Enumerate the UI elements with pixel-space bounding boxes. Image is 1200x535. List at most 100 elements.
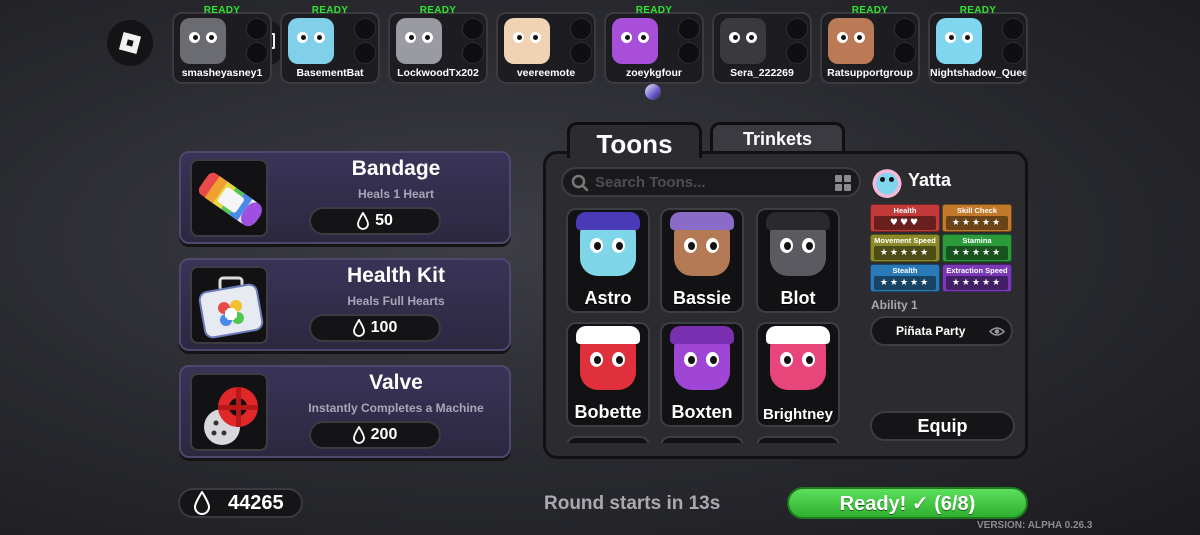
- player-card[interactable]: READY Ratsupportgroup: [820, 5, 920, 84]
- search-icon: [571, 174, 589, 192]
- toon-portrait: [766, 326, 830, 390]
- toon-card[interactable]: Bassie: [660, 208, 744, 313]
- tab-trinkets[interactable]: Trinkets: [710, 122, 845, 152]
- trinket-slot: [1002, 42, 1024, 64]
- stat-label: Stealth: [892, 266, 918, 275]
- player-card[interactable]: READY smasheyasney1: [172, 5, 272, 84]
- search-toons-field[interactable]: Search Toons...: [561, 167, 861, 197]
- stat-rating: ★★★★★: [946, 246, 1008, 260]
- toon-name: Astro: [584, 288, 632, 308]
- player-card[interactable]: Sera_222269: [712, 12, 812, 84]
- toon-card[interactable]: [566, 436, 650, 443]
- ready-status: READY: [203, 5, 241, 16]
- stat-badge: Stealth ★★★★★: [870, 264, 940, 292]
- version-label: VERSION: ALPHA 0.26.3: [977, 520, 1093, 531]
- eye-icon[interactable]: [989, 326, 1005, 337]
- toon-card[interactable]: [756, 436, 840, 443]
- toon-card[interactable]: Blot: [756, 208, 840, 313]
- shop-item-card[interactable]: Health Kit Heals Full Hearts 100: [179, 258, 511, 351]
- item-name: Valve: [369, 371, 423, 394]
- toon-card[interactable]: [660, 436, 744, 443]
- player-avatar: [828, 18, 874, 64]
- droplet-icon: [194, 491, 210, 515]
- trinket-slot: [1002, 18, 1024, 40]
- item-name: Bandage: [351, 157, 441, 180]
- equip-button[interactable]: Equip: [870, 411, 1015, 441]
- team-badge-icon: [645, 84, 661, 100]
- toon-grid: Astro Bassie Blot Bobette Boxten Brightney: [561, 205, 841, 443]
- toon-name: Brightney: [762, 406, 833, 423]
- shop-item-card[interactable]: Bandage Heals 1 Heart 50: [179, 151, 511, 244]
- player-avatar: [720, 18, 766, 64]
- player-avatar: [504, 18, 550, 64]
- trinket-slot: [786, 18, 808, 40]
- ready-status: READY: [311, 5, 349, 16]
- search-placeholder: Search Toons...: [595, 174, 706, 191]
- trinket-slot: [894, 18, 916, 40]
- item-description: Heals Full Hearts: [347, 294, 445, 308]
- stat-badge: Extraction Speed ★★★★★: [942, 264, 1012, 292]
- ability-label: Ability 1: [871, 298, 918, 312]
- valve-icon: [190, 373, 268, 451]
- toon-portrait: [576, 326, 640, 390]
- toon-name: Blot: [780, 288, 816, 308]
- shop-item-card[interactable]: Valve Instantly Completes a Machine 200: [179, 365, 511, 458]
- trinket-slot: [462, 42, 484, 64]
- stat-badge: Stamina ★★★★★: [942, 234, 1012, 262]
- trinket-slot: [570, 42, 592, 64]
- item-name: Health Kit: [346, 264, 445, 287]
- buy-button[interactable]: 100: [309, 314, 441, 342]
- player-name: LockwoodTx202: [397, 67, 479, 79]
- item-price: 200: [370, 426, 398, 443]
- roblox-menu-button[interactable]: [107, 20, 153, 66]
- toon-name: Bassie: [672, 288, 732, 308]
- currency-display: 44265: [178, 488, 303, 518]
- toon-name: Bobette: [574, 402, 642, 422]
- ready-status: READY: [851, 5, 889, 16]
- player-card[interactable]: READY Nightshadow_Queen67: [928, 5, 1028, 84]
- round-timer: Round starts in 13s: [544, 493, 721, 514]
- trinket-slot: [894, 42, 916, 64]
- ability-name: Piñata Party: [896, 324, 966, 338]
- selected-toon-name: Yatta: [908, 170, 952, 190]
- player-name: BasementBat: [296, 67, 364, 79]
- trinket-slot: [246, 42, 268, 64]
- toon-card[interactable]: Brightney: [756, 322, 840, 427]
- player-name: Nightshadow_Queen67: [930, 67, 1026, 79]
- stat-label: Health: [893, 206, 917, 215]
- trinket-slot: [786, 42, 808, 64]
- toon-card[interactable]: Bobette: [566, 322, 650, 427]
- ready-status: READY: [959, 5, 997, 16]
- player-card[interactable]: READY zoeykgfour: [604, 5, 704, 84]
- player-card[interactable]: READY LockwoodTx202: [388, 5, 488, 84]
- toon-card[interactable]: Boxten: [660, 322, 744, 427]
- player-card[interactable]: veereemote: [496, 12, 596, 84]
- player-name: veereemote: [516, 67, 576, 79]
- trinket-slot: [354, 18, 376, 40]
- grid-view-icon[interactable]: [835, 175, 851, 191]
- toon-card[interactable]: Astro: [566, 208, 650, 313]
- selected-toon-avatar: [871, 166, 903, 198]
- buy-button[interactable]: 50: [309, 207, 441, 235]
- buy-button[interactable]: 200: [309, 421, 441, 449]
- droplet-icon: [357, 212, 369, 230]
- toon-name: Boxten: [671, 402, 733, 422]
- player-avatar: [396, 18, 442, 64]
- stat-label: Movement Speed: [874, 236, 936, 245]
- player-card[interactable]: READY BasementBat: [280, 5, 380, 84]
- stat-rating: ★★★★★: [946, 216, 1008, 230]
- stat-label: Stamina: [962, 236, 992, 245]
- ability-button[interactable]: Piñata Party: [870, 316, 1013, 346]
- stat-rating: ★★★★★: [874, 276, 936, 290]
- player-name: Sera_222269: [730, 67, 794, 79]
- droplet-icon: [352, 319, 365, 337]
- toon-portrait: [766, 212, 830, 276]
- item-price: 100: [370, 319, 398, 336]
- stat-rating: ★★★★★: [874, 246, 936, 260]
- player-name: zoeykgfour: [625, 67, 682, 79]
- toon-portrait: [670, 212, 734, 276]
- tab-toons[interactable]: Toons: [567, 122, 702, 159]
- ready-button[interactable]: Ready! ✓ (6/8): [787, 487, 1028, 519]
- player-avatar: [180, 18, 226, 64]
- toon-portrait: [576, 212, 640, 276]
